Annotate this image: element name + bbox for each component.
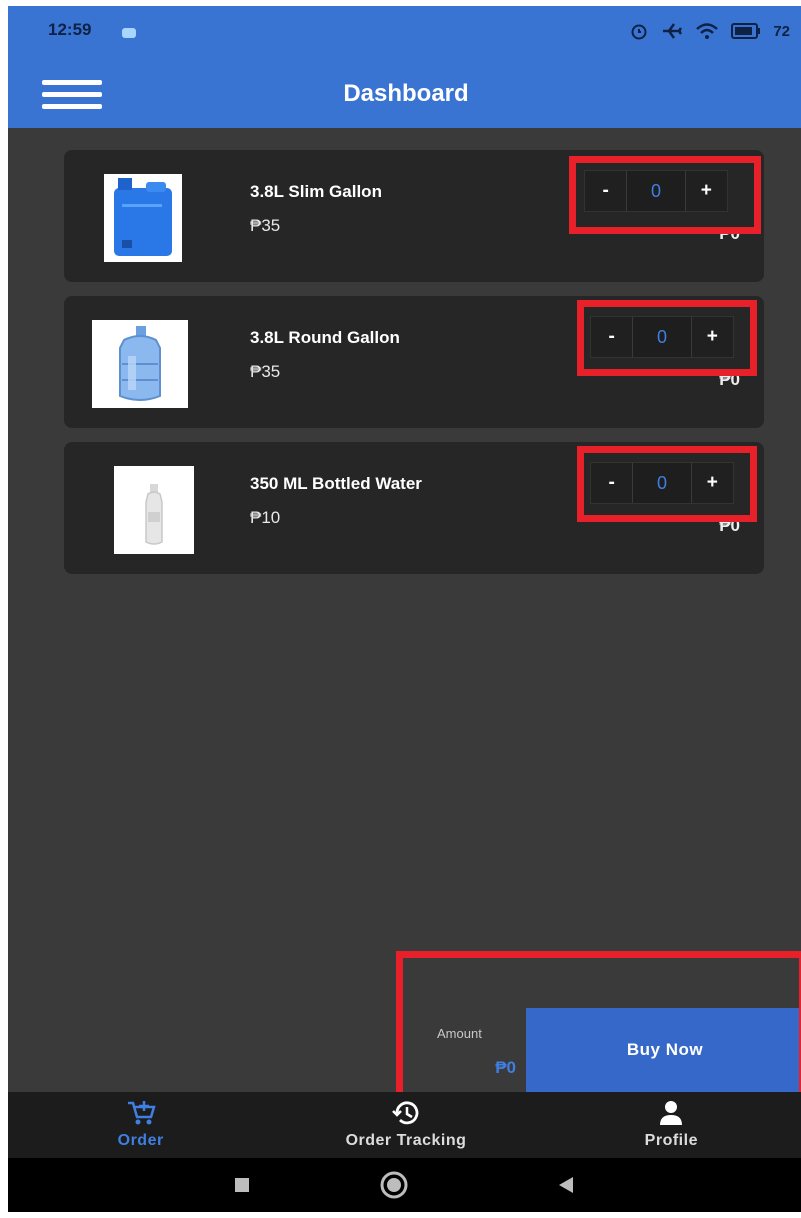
back-triangle-icon [559,1177,573,1193]
cart-add-icon [126,1098,156,1128]
nav-item-order[interactable]: Order [8,1092,273,1158]
quantity-stepper: - 0 + [590,462,734,504]
app-notification-icon [122,28,136,38]
product-name: 3.8L Slim Gallon [250,182,382,201]
quantity-value: 0 [632,317,692,357]
history-icon [391,1098,421,1128]
increase-button[interactable]: + [691,463,733,503]
quantity-value: 0 [632,463,692,503]
decrease-button[interactable]: - [591,317,633,357]
status-icons: 72 [629,20,790,42]
battery-icon [731,23,761,39]
nav-label: Profile [644,1132,698,1149]
recent-apps-button[interactable] [212,1158,272,1212]
nav-label: Order [117,1132,164,1149]
wifi-icon [696,23,719,39]
product-name: 350 ML Bottled Water [250,474,422,493]
increase-button[interactable]: + [685,171,727,211]
quantity-stepper: - 0 + [590,316,734,358]
amount-value: ₱0 [495,1058,516,1077]
quantity-value: 0 [626,171,686,211]
line-total: ₱0 [719,516,740,535]
battery-percent: 72 [773,22,790,40]
increase-button[interactable]: + [691,317,733,357]
app-bar: Dashboard [8,56,801,128]
decrease-button[interactable]: - [591,463,633,503]
amount-area: Amount ₱0 [403,1008,528,1092]
phone-screen: 12:59 72 Dashboard 3.8L Slim Gallon ₱35 … [8,6,801,1212]
decrease-button[interactable]: - [585,171,627,211]
bottom-navigation: Order Order Tracking Profile [8,1092,801,1158]
buy-now-button[interactable]: Buy Now [526,1008,801,1092]
quantity-stepper: - 0 + [584,170,728,212]
product-card: 3.8L Round Gallon ₱35 - 0 + ₱0 [64,296,764,428]
product-price: ₱35 [250,216,281,235]
round-gallon-image [92,320,188,408]
square-icon [235,1178,249,1192]
circle-icon [380,1171,408,1199]
alarm-icon [631,24,647,40]
product-price: ₱10 [250,508,281,527]
product-card: 3.8L Slim Gallon ₱35 - 0 + ₱0 [64,150,764,282]
back-button[interactable] [536,1158,596,1212]
nav-item-profile[interactable]: Profile [539,1092,801,1158]
airplane-icon [663,23,683,39]
product-price: ₱35 [250,362,281,381]
system-navigation-bar [8,1158,801,1212]
amount-label: Amount [437,1026,482,1041]
bottled-water-image [114,466,194,554]
product-name: 3.8L Round Gallon [250,328,400,347]
status-bar: 12:59 72 [8,6,801,56]
nav-label: Order Tracking [345,1132,467,1149]
slim-gallon-image [104,174,182,262]
person-icon [657,1098,685,1128]
line-total: ₱0 [719,370,740,389]
nav-item-order-tracking[interactable]: Order Tracking [273,1092,538,1158]
line-total: ₱0 [719,224,740,243]
page-title: Dashboard [343,80,469,107]
home-button[interactable] [364,1158,424,1212]
product-card: 350 ML Bottled Water ₱10 - 0 + ₱0 [64,442,764,574]
status-time: 12:59 [48,20,92,39]
